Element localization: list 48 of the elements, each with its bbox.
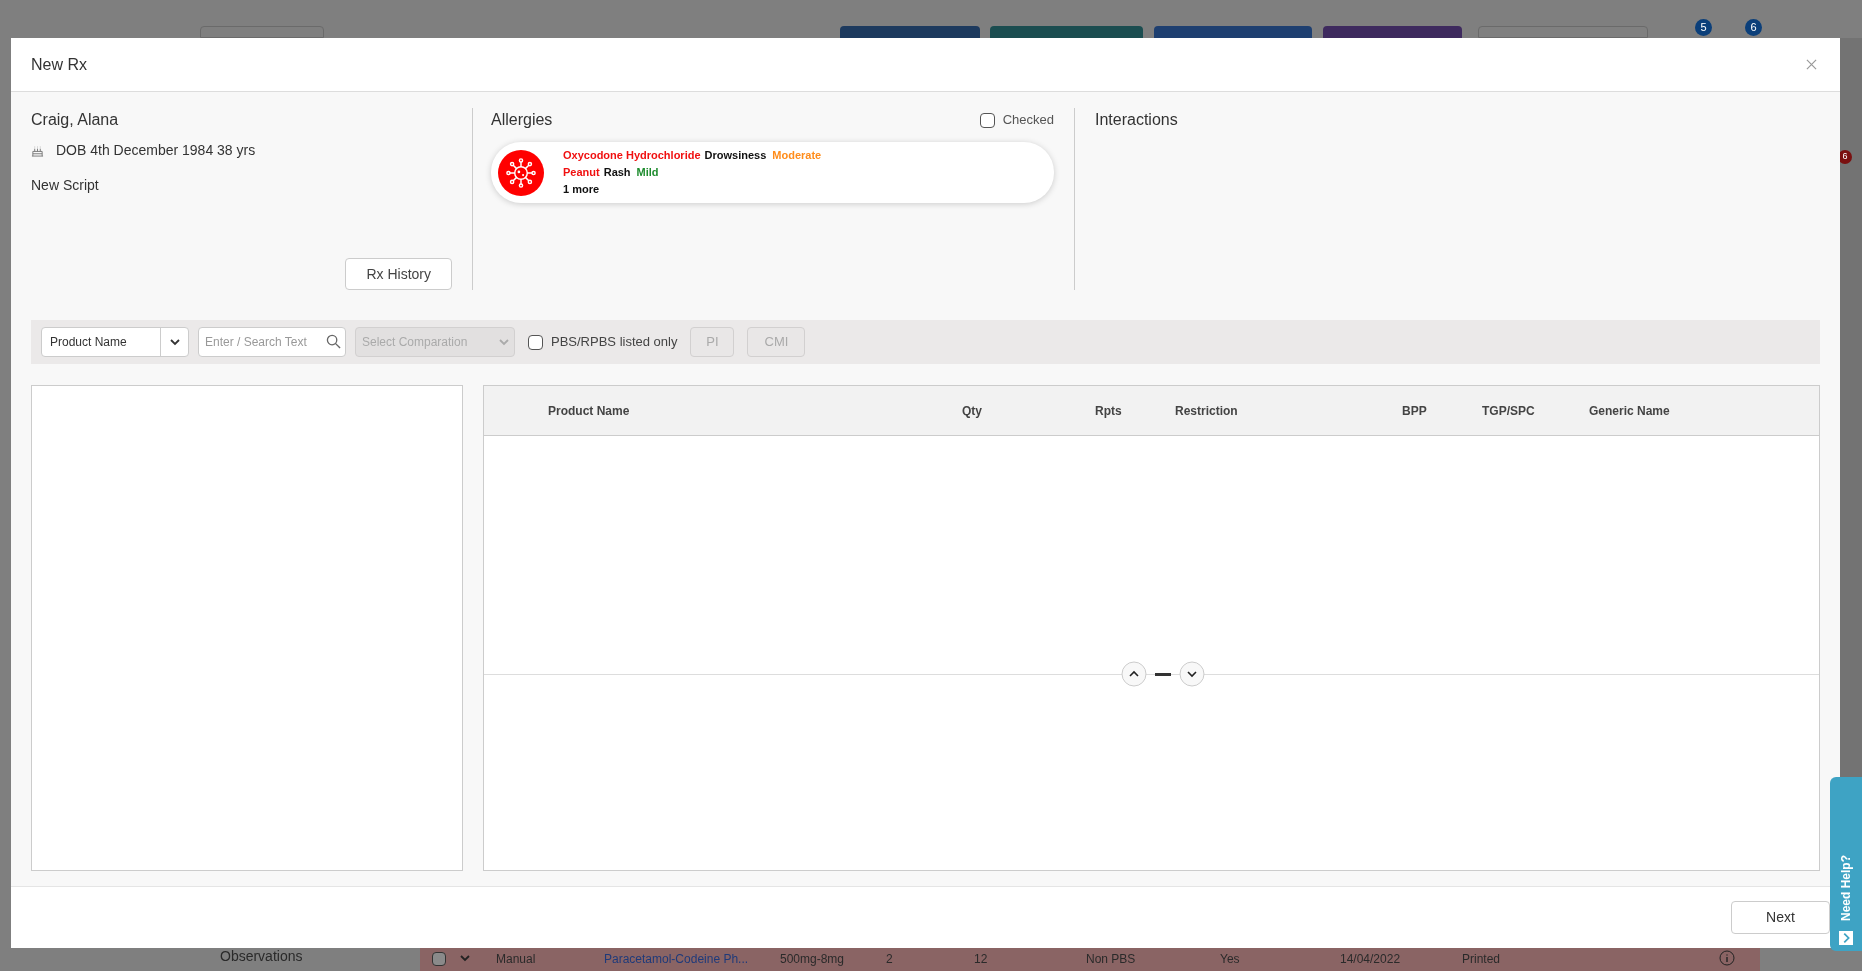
next-button[interactable]: Next <box>1731 901 1830 934</box>
column-header[interactable]: TGP/SPC <box>1482 401 1589 420</box>
section-title: Interactions <box>1095 111 1178 128</box>
allergen-name: Peanut <box>563 165 600 180</box>
search-icon[interactable] <box>326 334 341 349</box>
script-label: New Script <box>31 176 100 195</box>
date-of-birth: DOB 4th December 1984 38 yrs <box>56 141 256 160</box>
column-header[interactable]: Rpts <box>1095 401 1175 420</box>
column-header[interactable]: Product Name <box>548 401 962 420</box>
count-badge: 5 <box>1695 19 1712 36</box>
table-cell-text: 500mg-8mg <box>780 951 845 968</box>
chevron-down-icon[interactable] <box>1179 661 1205 687</box>
severity-label: Moderate <box>772 148 822 163</box>
table-cell-text: Non PBS <box>1086 951 1136 968</box>
column-header[interactable]: Qty <box>962 401 1095 420</box>
table-cell-text: 12 <box>974 951 988 968</box>
chevron-right-icon[interactable] <box>1839 931 1853 945</box>
column-header[interactable]: BPP <box>1402 401 1482 420</box>
splitter-handle[interactable] <box>1155 672 1171 676</box>
reaction-label: Rash <box>603 165 631 180</box>
search-field[interactable] <box>1478 26 1648 38</box>
table-cell-text: Printed <box>1462 951 1501 968</box>
section-title: Allergies <box>491 110 553 130</box>
caret-icon[interactable] <box>168 336 181 348</box>
table-cell-text: 14/04/2022 <box>1340 951 1401 968</box>
info-icon[interactable] <box>1719 950 1735 966</box>
close-icon[interactable] <box>1806 59 1817 70</box>
rx-history-button[interactable]: Rx History <box>345 258 452 290</box>
patient-name: Craig, Alana <box>31 110 120 130</box>
count-badge: 6 <box>1745 19 1762 36</box>
chevron-up-icon[interactable] <box>1121 661 1147 687</box>
column-header[interactable]: Restriction <box>1175 401 1402 420</box>
more-link[interactable]: 1 more <box>563 181 822 198</box>
row-checkbox[interactable] <box>432 952 446 966</box>
field-dropdown[interactable]: Product Name <box>41 327 189 357</box>
table-cell-text: Manual <box>496 951 536 968</box>
table-cell-text: Paracetamol-Codeine Ph... <box>604 951 749 968</box>
section-title: Observations <box>220 947 303 966</box>
table-cell-text: 2 <box>886 951 893 968</box>
checked-checkbox[interactable]: Checked <box>979 110 1054 130</box>
severity-label: Mild <box>636 165 659 180</box>
virus-icon <box>498 149 544 196</box>
allergen-name: Oxycodone Hydrochloride <box>563 148 701 163</box>
reaction-label: Drowsiness <box>704 148 767 163</box>
table-cell-text: Yes <box>1220 951 1240 968</box>
dialog-title: New Rx <box>31 54 87 75</box>
column-header[interactable]: Generic Name <box>1589 401 1819 420</box>
pbs-checkbox[interactable]: PBS/RPBS listed only <box>528 332 678 352</box>
